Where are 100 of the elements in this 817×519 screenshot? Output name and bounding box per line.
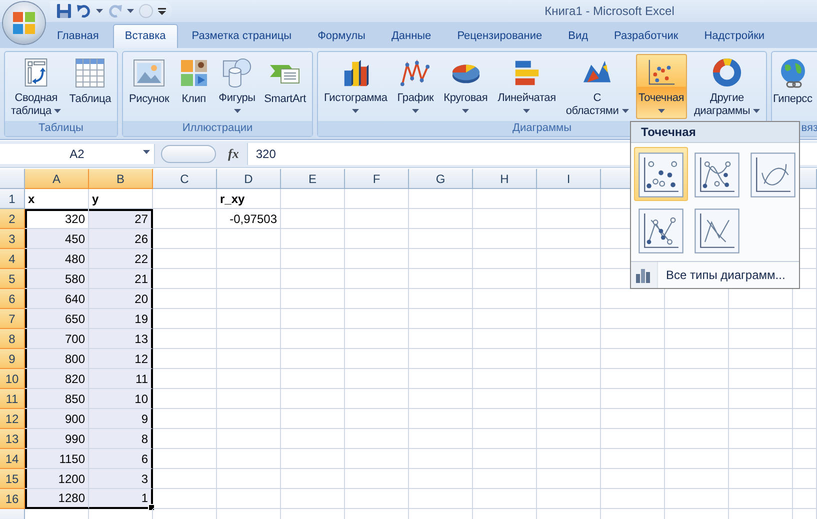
chart-option[interactable] — [634, 147, 688, 201]
table-cell — [793, 349, 817, 369]
name-box[interactable]: A2 — [0, 144, 155, 164]
table-cell: 640 — [25, 289, 89, 309]
row-header[interactable]: 5 — [0, 269, 25, 289]
column-header[interactable]: E — [281, 169, 345, 189]
ribbon-button[interactable]: Гиперсс — [772, 54, 814, 119]
table-cell — [473, 189, 537, 209]
table-cell — [217, 249, 281, 269]
table-cell — [345, 189, 409, 209]
ribbon-tab[interactable]: Разметка страницы — [180, 24, 304, 48]
table-cell — [409, 209, 473, 229]
table-cell — [281, 209, 345, 229]
table-cell — [217, 409, 281, 429]
table-cell — [793, 489, 817, 509]
table-cell — [217, 389, 281, 409]
ribbon-button[interactable]: С областями — [562, 54, 632, 119]
table-cell — [217, 309, 281, 329]
ribbon-button[interactable]: Линейчатая — [494, 54, 559, 119]
row-header[interactable]: 16 — [0, 489, 25, 509]
ribbon-tab[interactable]: Надстройки — [692, 24, 777, 48]
save-icon[interactable] — [56, 3, 72, 19]
insert-function-button[interactable]: fx — [228, 146, 239, 162]
table-cell — [345, 329, 409, 349]
row-header[interactable]: 10 — [0, 369, 25, 389]
row-header[interactable]: 6 — [0, 289, 25, 309]
row-header[interactable]: 11 — [0, 389, 25, 409]
table-cell — [217, 289, 281, 309]
table-cell — [153, 469, 217, 489]
table-cell — [601, 329, 665, 349]
ribbon-button[interactable]: Гистограмма — [321, 54, 390, 119]
picture-icon — [133, 57, 166, 89]
table-cell — [153, 229, 217, 249]
row-header[interactable]: 9 — [0, 349, 25, 369]
row-header[interactable]: 3 — [0, 229, 25, 249]
table-cell — [409, 269, 473, 289]
column-header[interactable]: I — [537, 169, 601, 189]
ribbon-tab[interactable]: Главная — [45, 24, 111, 48]
table-cell — [601, 429, 665, 449]
row-header[interactable]: 12 — [0, 409, 25, 429]
ribbon-tab[interactable]: Вид — [556, 24, 600, 48]
table-cell — [537, 369, 601, 389]
column-header[interactable]: C — [153, 169, 217, 189]
table-cell — [409, 309, 473, 329]
ribbon-tab[interactable]: Разработчик — [602, 24, 690, 48]
ribbon-button[interactable]: Круговая — [440, 54, 491, 119]
table-cell — [281, 229, 345, 249]
table-cell — [345, 289, 409, 309]
ribbon-button[interactable]: Точечная — [636, 54, 687, 119]
table-cell — [153, 289, 217, 309]
ribbon-button[interactable]: Сводная таблица — [8, 54, 64, 119]
ribbon-button[interactable]: Таблица — [66, 54, 114, 119]
table-cell: 20 — [89, 289, 153, 309]
row-header[interactable]: 1 — [0, 189, 25, 209]
table-cell — [793, 329, 817, 349]
table-cell — [281, 469, 345, 489]
ribbon-button[interactable]: Клип — [174, 54, 213, 119]
table-cell: 26 — [89, 229, 153, 249]
table-cell — [217, 269, 281, 289]
undo-icon[interactable] — [76, 3, 92, 19]
table-cell — [729, 449, 793, 469]
ribbon-tab[interactable]: Формулы — [306, 24, 378, 48]
table-cell — [793, 449, 817, 469]
row-header[interactable]: 4 — [0, 249, 25, 269]
row-header[interactable]: 2 — [0, 209, 25, 229]
donut-chart-icon — [710, 57, 743, 88]
ribbon-button[interactable]: Другие диаграммы — [690, 54, 763, 119]
column-header[interactable]: G — [409, 169, 473, 189]
table-cell — [601, 309, 665, 329]
ribbon-button[interactable]: Фигуры — [216, 54, 258, 119]
row-header[interactable]: 8 — [0, 329, 25, 349]
row-header[interactable]: 14 — [0, 449, 25, 469]
row-header[interactable]: 13 — [0, 429, 25, 449]
all-chart-types-button[interactable]: Все типы диаграмм... — [658, 268, 786, 282]
table-cell — [665, 469, 729, 489]
column-header[interactable]: F — [345, 169, 409, 189]
column-header[interactable]: B — [89, 169, 153, 189]
customize-icon[interactable] — [158, 6, 166, 16]
ribbon-button[interactable]: Рисунок — [126, 54, 172, 119]
table-cell — [153, 409, 217, 429]
scatter-straight-lines-icon — [693, 206, 741, 256]
column-header[interactable]: D — [217, 169, 281, 189]
ribbon-tab[interactable]: Данные — [379, 24, 444, 48]
table-cell — [345, 209, 409, 229]
table-cell — [281, 269, 345, 289]
ribbon-tab[interactable]: Вставка — [112, 24, 178, 48]
ribbon-button[interactable]: График — [394, 54, 437, 119]
column-header[interactable]: A — [25, 169, 89, 189]
table-cell — [153, 209, 217, 229]
row-header[interactable]: 15 — [0, 469, 25, 489]
fill-handle[interactable] — [148, 504, 155, 511]
table-cell: -0,97503 — [217, 209, 281, 229]
table-cell — [729, 429, 793, 449]
ribbon-tab[interactable]: Рецензирование — [445, 24, 554, 48]
ribbon-button[interactable]: SmartArt — [261, 54, 309, 119]
table-cell — [537, 449, 601, 469]
column-header[interactable]: H — [473, 169, 537, 189]
line-chart-icon — [399, 57, 432, 88]
row-header[interactable]: 7 — [0, 309, 25, 329]
table-cell: 1150 — [25, 449, 89, 469]
